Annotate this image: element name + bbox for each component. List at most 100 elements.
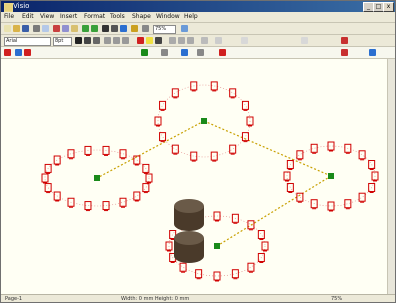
- pointer-icon[interactable]: [102, 25, 109, 32]
- workstation-device[interactable]: [213, 271, 221, 281]
- workstation-device[interactable]: [159, 100, 167, 110]
- workstation-device[interactable]: [171, 88, 179, 98]
- shapes-icon[interactable]: [131, 25, 138, 32]
- cut-icon[interactable]: [53, 25, 60, 32]
- server-bottom[interactable]: [174, 217, 204, 231]
- blue-shape-icon[interactable]: [15, 49, 22, 56]
- workstation-icon[interactable]: [181, 49, 188, 56]
- save-icon[interactable]: [22, 25, 29, 32]
- menu-edit[interactable]: Edit: [22, 13, 34, 21]
- preview-icon[interactable]: [42, 25, 49, 32]
- network-link[interactable]: [96, 120, 205, 179]
- workstation-device[interactable]: [67, 149, 75, 159]
- menu-window[interactable]: Window: [156, 13, 180, 21]
- server-top[interactable]: [174, 231, 204, 245]
- workstation-device[interactable]: [53, 155, 61, 165]
- close-button[interactable]: x: [383, 2, 394, 12]
- server-top[interactable]: [174, 199, 204, 213]
- menu-format[interactable]: Format: [84, 13, 105, 21]
- copy-icon[interactable]: [62, 25, 69, 32]
- menu-tools[interactable]: Tools: [110, 13, 125, 21]
- workstation-device[interactable]: [247, 262, 255, 272]
- network-link[interactable]: [216, 175, 332, 247]
- align-left-icon[interactable]: [104, 37, 111, 44]
- hub-device[interactable]: [94, 175, 100, 181]
- redo-icon[interactable]: [91, 25, 98, 32]
- paste-icon[interactable]: [71, 25, 78, 32]
- line-ends-icon[interactable]: [187, 37, 194, 44]
- workstation-device[interactable]: [159, 132, 167, 142]
- title-bar[interactable]: Visio _ □ x: [1, 1, 395, 12]
- workstation-device[interactable]: [142, 183, 150, 193]
- toolbar-extra-icon[interactable]: [241, 37, 248, 44]
- menu-shape[interactable]: Shape: [132, 13, 151, 21]
- network-diagram[interactable]: [1, 59, 387, 294]
- workstation-device[interactable]: [229, 144, 237, 154]
- toolbar-extra-icon[interactable]: [301, 37, 308, 44]
- app-icon[interactable]: [4, 3, 13, 12]
- workstation-device[interactable]: [286, 182, 294, 192]
- red-shape-icon[interactable]: [341, 49, 348, 56]
- workstation-device[interactable]: [231, 269, 239, 279]
- menu-file[interactable]: File: [4, 13, 14, 21]
- workstation-device[interactable]: [358, 192, 366, 202]
- red-shape-icon[interactable]: [219, 49, 226, 56]
- workstation-device[interactable]: [210, 81, 218, 91]
- italic-icon[interactable]: [84, 37, 91, 44]
- printer-icon[interactable]: [197, 49, 204, 56]
- workstation-device[interactable]: [171, 144, 179, 154]
- workstation-device[interactable]: [257, 230, 265, 240]
- hub-device[interactable]: [328, 173, 334, 179]
- new-icon[interactable]: [4, 25, 11, 32]
- shadow-icon[interactable]: [201, 37, 208, 44]
- workstation-device[interactable]: [296, 150, 304, 160]
- workstation-device[interactable]: [133, 191, 141, 201]
- red-shape-icon[interactable]: [24, 49, 31, 56]
- align-right-icon[interactable]: [122, 37, 129, 44]
- workstation-device[interactable]: [241, 100, 249, 110]
- font-color-icon[interactable]: [137, 37, 144, 44]
- hub-device[interactable]: [214, 243, 220, 249]
- menu-view[interactable]: View: [40, 13, 54, 21]
- hub-device[interactable]: [201, 118, 207, 124]
- help-icon[interactable]: [181, 25, 188, 32]
- line-pattern-icon[interactable]: [178, 37, 185, 44]
- connector-icon[interactable]: [111, 25, 118, 32]
- workstation-device[interactable]: [41, 173, 49, 183]
- underline-icon[interactable]: [93, 37, 100, 44]
- workstation-device[interactable]: [344, 199, 352, 209]
- workstation-device[interactable]: [119, 197, 127, 207]
- red-shape-icon[interactable]: [4, 49, 11, 56]
- zoom-select[interactable]: 75%: [153, 25, 176, 34]
- workstation-device[interactable]: [179, 262, 187, 272]
- workstation-device[interactable]: [119, 149, 127, 159]
- text-icon[interactable]: [120, 25, 127, 32]
- hub-shape-icon[interactable]: [141, 49, 148, 56]
- undo-icon[interactable]: [82, 25, 89, 32]
- corner-icon[interactable]: [215, 37, 222, 44]
- menu-help[interactable]: Help: [184, 13, 198, 21]
- workstation-device[interactable]: [190, 151, 198, 161]
- align-center-icon[interactable]: [113, 37, 120, 44]
- workstation-device[interactable]: [310, 143, 318, 153]
- line-color-icon[interactable]: [155, 37, 162, 44]
- server-bottom[interactable]: [174, 249, 204, 263]
- stop-icon[interactable]: [341, 37, 348, 44]
- drawing-canvas[interactable]: [1, 59, 395, 294]
- workstation-device[interactable]: [358, 150, 366, 160]
- vertical-scrollbar[interactable]: [387, 59, 395, 294]
- fill-color-icon[interactable]: [146, 37, 153, 44]
- font-size-select[interactable]: 8pt: [53, 37, 72, 46]
- print-icon[interactable]: [33, 25, 40, 32]
- font-select[interactable]: Arial: [4, 37, 51, 46]
- connector-tool-icon[interactable]: [161, 49, 168, 56]
- open-icon[interactable]: [13, 25, 20, 32]
- zoom-icon[interactable]: [142, 25, 149, 32]
- line-weight-icon[interactable]: [169, 37, 176, 44]
- menu-insert[interactable]: Insert: [60, 13, 77, 21]
- network-link[interactable]: [203, 120, 332, 177]
- bold-icon[interactable]: [75, 37, 82, 44]
- workstation-device[interactable]: [195, 269, 203, 279]
- blue-shape-icon[interactable]: [369, 49, 376, 56]
- workstation-device[interactable]: [229, 88, 237, 98]
